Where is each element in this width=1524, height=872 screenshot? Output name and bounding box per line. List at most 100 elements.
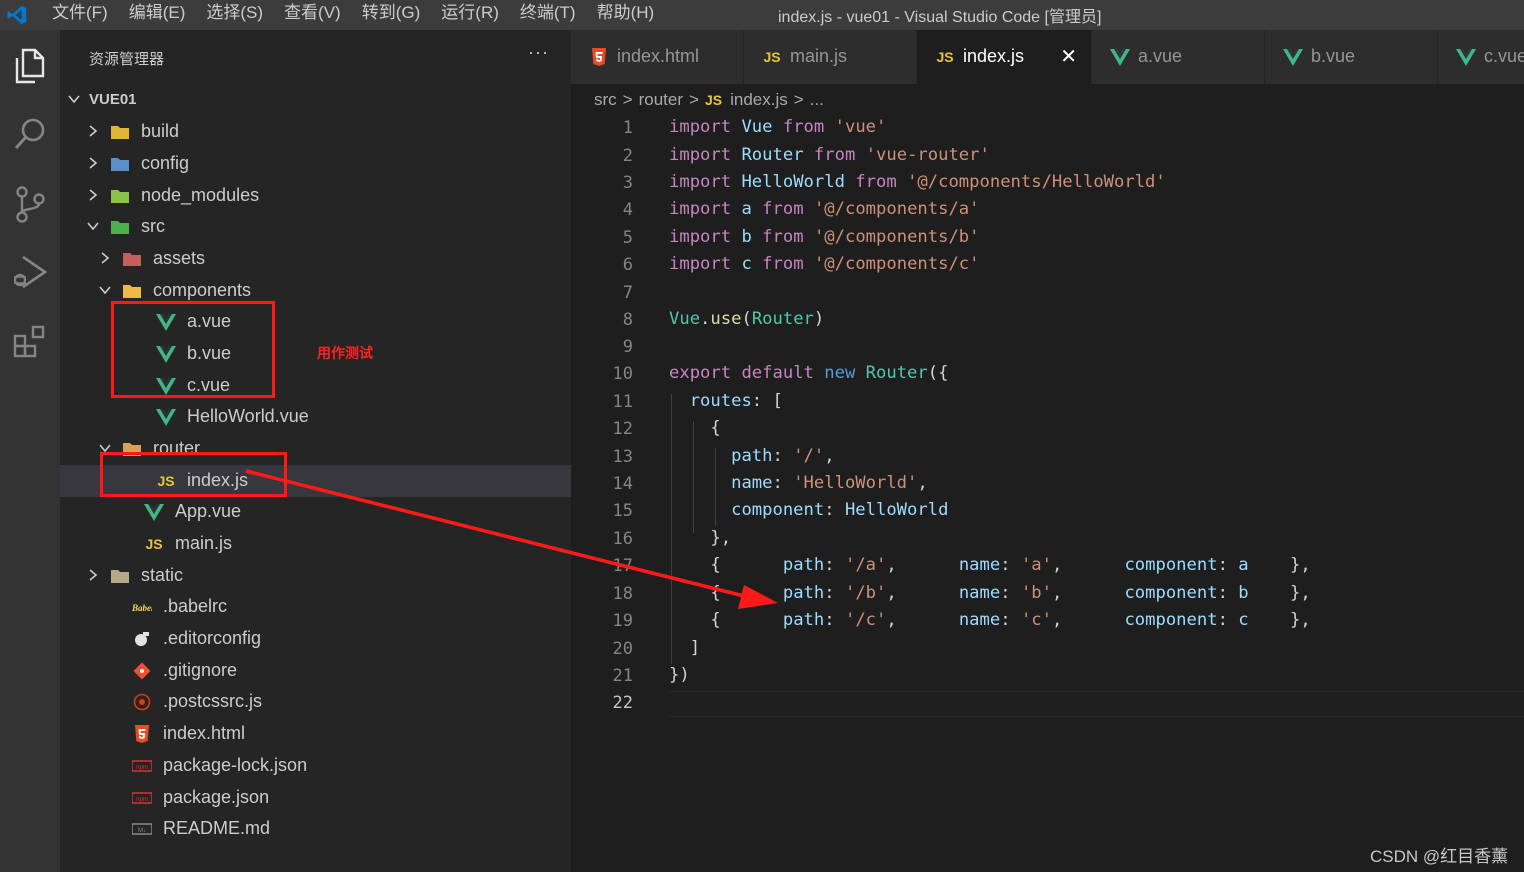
code-line-8: Vue.use(Router) — [669, 309, 825, 329]
tree-item-folder-node-modules[interactable]: node_modules — [60, 180, 571, 212]
watermark: CSDN @红目香薰 — [1370, 847, 1509, 866]
babel-icon: Babel — [132, 598, 152, 616]
tree-item-file-babelrc[interactable]: Babel .babelrc — [60, 591, 571, 623]
activity-bar — [0, 30, 60, 872]
breadcrumb-router[interactable]: router — [639, 90, 683, 110]
tree-item-file-gitignore[interactable]: .gitignore — [60, 655, 571, 687]
vue-icon — [144, 503, 164, 521]
tab-c-vue[interactable]: c.vue — [1438, 30, 1524, 84]
js-icon: JS — [145, 536, 163, 552]
line-number: 13 — [612, 447, 633, 467]
line-number: 21 — [612, 666, 633, 686]
run-debug-icon[interactable] — [0, 244, 60, 300]
line-number: 7 — [622, 283, 633, 303]
line-number: 11 — [612, 392, 633, 412]
tree-item-file-helloworld-vue[interactable]: HelloWorld.vue — [60, 401, 571, 433]
html-icon — [132, 725, 152, 743]
tree-item-folder-src[interactable]: src — [60, 211, 571, 243]
tree-item-file-editorconfig[interactable]: .editorconfig — [60, 623, 571, 655]
menu-edit[interactable]: 编辑(E) — [129, 0, 186, 30]
editorconfig-icon — [132, 630, 152, 648]
line-number: 15 — [612, 501, 633, 521]
chevron-down-icon — [68, 95, 80, 104]
breadcrumb-symbols[interactable]: ... — [810, 90, 824, 110]
tab-a-vue[interactable]: a.vue — [1092, 30, 1265, 84]
line-number: 14 — [612, 474, 633, 494]
window-title: index.js - vue01 - Visual Studio Code [管… — [778, 9, 1102, 26]
tab-index-html[interactable]: index.html — [571, 30, 744, 84]
code-line-3: import HelloWorld from '@/components/Hel… — [669, 172, 1166, 192]
tree-item-folder-static[interactable]: static — [60, 560, 571, 592]
tree-item-folder-build[interactable]: build — [60, 116, 571, 148]
code-line-5: import b from '@/components/b' — [669, 227, 980, 247]
tab-index-js[interactable]: JS index.js ✕ — [917, 30, 1092, 84]
svg-text:Babel: Babel — [132, 603, 152, 613]
tab-main-js[interactable]: JS main.js — [744, 30, 917, 84]
tree-item-file-index-html[interactable]: index.html — [60, 718, 571, 750]
code-line-19: { path: '/c', name: 'c', component: c }, — [710, 610, 1311, 630]
line-number: 16 — [612, 529, 633, 549]
line-number: 9 — [622, 337, 633, 357]
annotation-box-router-index — [100, 452, 287, 497]
code-line-13: path: '/', — [731, 446, 835, 466]
line-number: 8 — [622, 310, 633, 330]
menu-terminal[interactable]: 终端(T) — [520, 0, 576, 30]
vue-icon — [1110, 47, 1130, 67]
breadcrumb-separator: > — [622, 90, 633, 109]
tab-label: b.vue — [1311, 46, 1356, 66]
close-icon[interactable]: ✕ — [1060, 44, 1077, 69]
tree-root[interactable]: VUE01 — [60, 84, 571, 116]
tree-item-folder-assets[interactable]: assets — [60, 243, 571, 275]
breadcrumb-file[interactable]: index.js — [730, 90, 788, 110]
line-number: 19 — [612, 611, 633, 631]
npm-icon: npm — [132, 789, 152, 807]
menu-selection[interactable]: 选择(S) — [206, 0, 263, 30]
search-icon[interactable] — [0, 106, 60, 162]
breadcrumb: src > router > JS index.js > ... — [594, 88, 824, 112]
tab-label: a.vue — [1138, 46, 1183, 66]
menu-run[interactable]: 运行(R) — [441, 0, 499, 30]
more-actions-button[interactable]: ··· — [528, 42, 549, 63]
menu-file[interactable]: 文件(F) — [52, 0, 108, 30]
tree-item-folder-config[interactable]: config — [60, 148, 571, 180]
tab-label: index.js — [963, 46, 1025, 66]
menu-help[interactable]: 帮助(H) — [597, 0, 655, 30]
code-line-21: }) — [669, 665, 690, 685]
menu-goto[interactable]: 转到(G) — [362, 0, 421, 30]
source-control-icon[interactable] — [0, 176, 60, 232]
extensions-icon[interactable] — [0, 314, 60, 370]
tab-label: main.js — [790, 46, 848, 66]
tree-item-file-postcssrc[interactable]: .postcssrc.js — [60, 686, 571, 718]
tab-b-vue[interactable]: b.vue — [1265, 30, 1438, 84]
tree-item-file-package-json[interactable]: npm package.json — [60, 782, 571, 814]
annotation-box-components — [111, 301, 275, 398]
tree-item-file-readme-md[interactable]: M↓ README.md — [60, 813, 571, 845]
explorer-title: 资源管理器 — [89, 51, 165, 68]
code-line-4: import a from '@/components/a' — [669, 199, 980, 219]
line-number: 1 — [622, 118, 633, 138]
tree-item-file-main-js[interactable]: JS main.js — [60, 528, 571, 560]
tree-item-file-package-lock-json[interactable]: npm package-lock.json — [60, 750, 571, 782]
title-bar: 文件(F) 编辑(E) 选择(S) 查看(V) 转到(G) 运行(R) 终端(T… — [0, 0, 1524, 30]
explorer-icon[interactable] — [0, 38, 60, 94]
tree-item-label: HelloWorld.vue — [187, 406, 309, 426]
chevron-right-icon — [89, 569, 98, 581]
tree-item-label: index.html — [163, 723, 246, 743]
chevron-right-icon — [89, 189, 98, 201]
code-editor[interactable]: 1 2 3 4 5 6 7 8 9 10 11 12 13 14 15 16 17 18 19 20 21 22 impo… — [571, 114, 1524, 872]
code-line-2: import Router from 'vue-router' — [669, 145, 990, 165]
tree-item-label: build — [141, 121, 180, 141]
editor-tabs: index.html JS main.js JS index.js ✕ a.vue b.vue… — [571, 30, 1524, 84]
folder-icon — [110, 187, 130, 205]
menu-view[interactable]: 查看(V) — [284, 0, 341, 30]
tree-item-file-app-vue[interactable]: App.vue — [60, 496, 571, 528]
npm-icon: npm — [132, 757, 152, 775]
tree-item-label: package-lock.json — [163, 755, 308, 775]
line-number: 17 — [612, 556, 633, 576]
breadcrumb-src[interactable]: src — [594, 90, 617, 110]
js-icon: JS — [763, 49, 781, 65]
tab-label: index.html — [617, 46, 700, 66]
line-number: 2 — [622, 146, 633, 166]
vue-icon — [1456, 47, 1476, 67]
chevron-right-icon — [101, 252, 110, 264]
